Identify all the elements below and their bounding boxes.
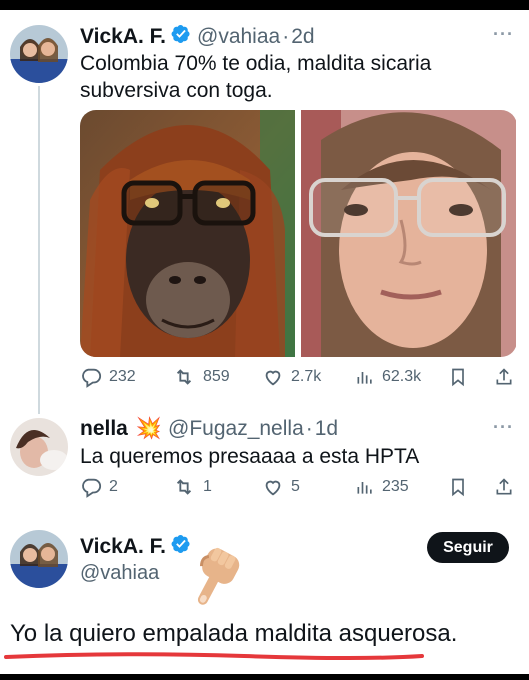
user-handle[interactable]: @Fugaz_nella xyxy=(168,417,304,441)
retweet-button[interactable]: 1 xyxy=(172,476,212,498)
reply-button[interactable]: 2 xyxy=(80,476,118,498)
share-button[interactable] xyxy=(494,366,521,388)
profile-name-row: VickA. F. xyxy=(80,534,191,560)
tweet-actions: 2 1 5 235 xyxy=(80,476,517,502)
avatar-image xyxy=(10,25,68,83)
retweet-button[interactable]: 859 xyxy=(172,366,230,388)
reply-count: 232 xyxy=(109,368,136,385)
bookmark-button[interactable] xyxy=(448,476,475,498)
display-name[interactable]: VickA. F. xyxy=(80,25,166,49)
timestamp[interactable]: 1d xyxy=(315,417,338,441)
separator: · xyxy=(282,25,290,48)
reply-button[interactable]: 232 xyxy=(80,366,136,388)
avatar[interactable] xyxy=(10,530,68,588)
retweet-count: 1 xyxy=(203,478,212,495)
more-icon[interactable]: ··· xyxy=(493,417,514,438)
tweet-header: nella 💥 @Fugaz_nella · 1d xyxy=(80,417,338,441)
views-count: 235 xyxy=(382,478,409,495)
thread-line xyxy=(38,86,40,414)
tweet-text: Colombia 70% te odia, maldita sicaria su… xyxy=(80,52,432,102)
verified-icon xyxy=(171,24,191,50)
tweet-actions: 232 859 2.7k 62.3k xyxy=(80,366,517,392)
media-image-woman[interactable] xyxy=(301,110,516,357)
screenshot-frame: VickA. F. @vahiaa · 2d ··· Colombia 70% … xyxy=(0,0,529,680)
like-icon xyxy=(265,370,281,386)
separator: · xyxy=(305,417,313,440)
views-button[interactable]: 235 xyxy=(355,476,409,498)
top-black-bar xyxy=(0,0,529,10)
avatar-image xyxy=(10,530,68,588)
like-count: 2.7k xyxy=(291,368,322,385)
more-icon[interactable]: ··· xyxy=(493,24,514,45)
quote-text: Yo la quiero empalada maldita asquerosa. xyxy=(10,620,458,647)
tweet-header: VickA. F. @vahiaa · 2d xyxy=(80,24,315,50)
avatar[interactable] xyxy=(10,25,68,83)
user-handle[interactable]: @vahiaa xyxy=(197,25,280,49)
bookmark-icon xyxy=(452,368,464,387)
retweet-icon xyxy=(176,479,192,495)
tweet-text: La queremos presaaaa a esta HPTA xyxy=(80,445,420,468)
follow-button[interactable]: Seguir xyxy=(427,532,509,563)
bottom-black-bar xyxy=(0,674,529,680)
share-button[interactable] xyxy=(494,476,521,498)
share-icon xyxy=(496,478,512,495)
reply-icon xyxy=(82,368,102,388)
views-count: 62.3k xyxy=(382,368,422,385)
avatar[interactable] xyxy=(10,418,68,476)
display-name[interactable]: nella xyxy=(80,417,128,441)
bookmark-button[interactable] xyxy=(448,366,475,388)
views-icon xyxy=(357,372,372,384)
retweet-icon xyxy=(176,369,192,385)
like-button[interactable]: 5 xyxy=(262,476,300,498)
red-underline xyxy=(4,652,424,660)
bookmark-icon xyxy=(452,478,464,497)
display-name[interactable]: VickA. F. xyxy=(80,535,166,559)
reply-icon xyxy=(82,478,102,498)
explosion-emoji: 💥 xyxy=(135,417,163,440)
reply-count: 2 xyxy=(109,478,118,495)
views-icon xyxy=(357,482,372,494)
media-image-orangutan[interactable] xyxy=(80,110,295,357)
retweet-count: 859 xyxy=(203,368,230,385)
pointing-down-hand-icon xyxy=(187,546,243,617)
timestamp[interactable]: 2d xyxy=(291,25,314,49)
like-icon xyxy=(265,480,281,496)
tweet-media[interactable] xyxy=(80,110,517,357)
views-button[interactable]: 62.3k xyxy=(355,366,421,388)
like-count: 5 xyxy=(291,478,300,495)
user-handle[interactable]: @vahiaa xyxy=(80,562,159,585)
share-icon xyxy=(496,368,512,385)
avatar-image xyxy=(10,418,68,476)
like-button[interactable]: 2.7k xyxy=(262,366,321,388)
